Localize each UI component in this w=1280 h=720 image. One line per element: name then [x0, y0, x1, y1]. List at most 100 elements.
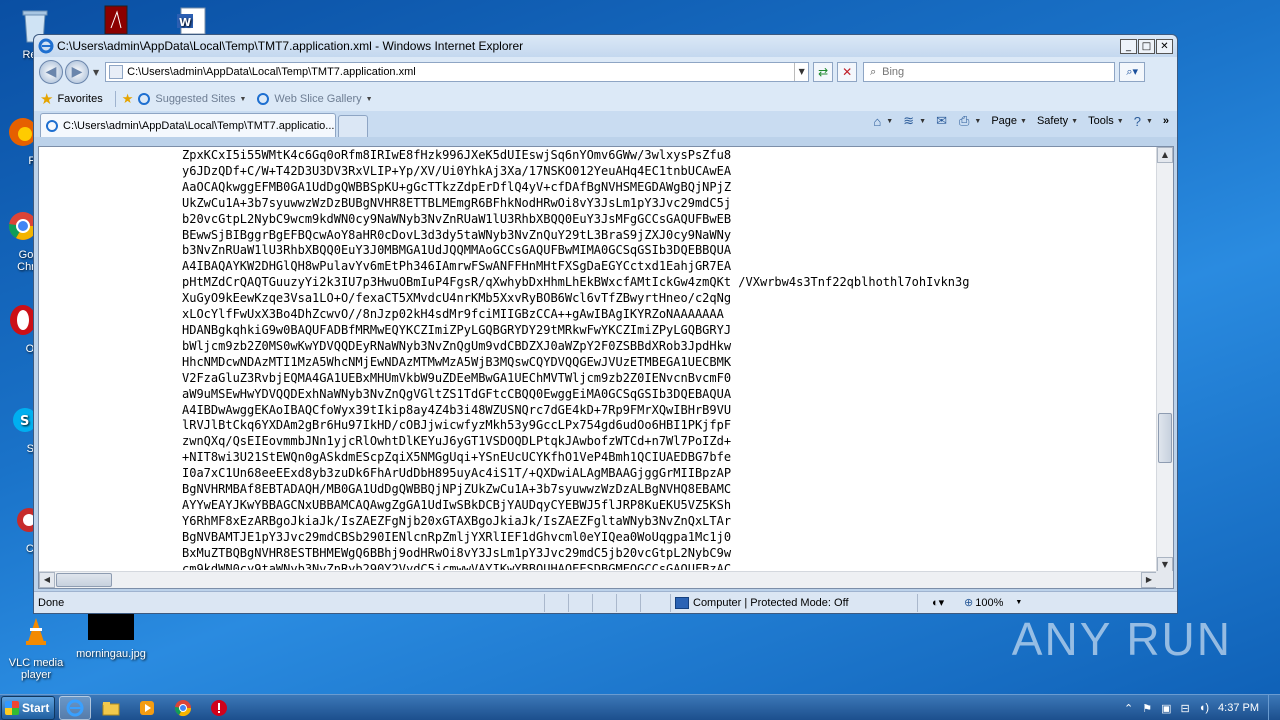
- refresh-button[interactable]: ⇄: [813, 62, 834, 82]
- document-line: HhcNMDcwNDAzMTI1MzA5WhcNMjEwNDAzMTMwMzA5…: [182, 354, 732, 369]
- windows-logo-icon: [5, 700, 19, 715]
- media-player-icon: [140, 700, 154, 715]
- feeds-button[interactable]: ≋ ▼: [903, 113, 926, 129]
- document-line: BEwwSjBIBggrBgEFBQcwAoY8aHR0cDovL3d3dy5t…: [182, 227, 732, 242]
- tab-current[interactable]: C:\Users\admin\AppData\Local\Temp\TMT7.a…: [40, 113, 336, 137]
- chrome-icon: [174, 699, 192, 716]
- stop-sign-icon: [211, 699, 227, 716]
- address-text[interactable]: C:\Users\admin\AppData\Local\Temp\TMT7.a…: [127, 66, 794, 78]
- clock[interactable]: 4:37 PM: [1218, 702, 1259, 714]
- stop-button[interactable]: ✕: [837, 62, 858, 82]
- tools-menu[interactable]: Tools ▼: [1088, 115, 1124, 127]
- taskbar: Start ⌃ ⚑ ▣ ⊟ ◖) 4:37 PM: [0, 694, 1280, 720]
- chevron-down-icon[interactable]: ▼: [1015, 599, 1022, 606]
- web-slice-gallery-link[interactable]: Web Slice Gallery: [274, 93, 361, 105]
- document-line: BgNVBAMTJE1pY3Jvc29mdCBSb290IENlcnRpZmlj…: [182, 529, 732, 544]
- document-line: b3NvZnRUaW1lU3RhbXBQQ0EuY3J0MBMGA1UdJQQM…: [182, 243, 732, 258]
- help-button[interactable]: ? ▼: [1134, 114, 1153, 129]
- read-mail-button[interactable]: ✉: [936, 113, 949, 129]
- tab-row: C:\Users\admin\AppData\Local\Temp\TMT7.a…: [34, 111, 1177, 137]
- document-line: pHtMZdCrQAQTGuuzyYi2k3IU7p3HwuOBmIuP4Fgs…: [182, 275, 970, 290]
- svg-text:S: S: [20, 414, 29, 429]
- svg-text:W: W: [179, 16, 191, 29]
- document-line: b20vcGtpL2NybC9wcm9kdWN0cy9NaWNyb3NvZnRU…: [182, 211, 732, 226]
- scroll-left-arrow-icon[interactable]: ◀: [39, 572, 55, 588]
- document-line: ZpxKCxI5i55WMtK4c6Gq0oRfm8IRIwE8fHzk996J…: [182, 148, 732, 162]
- start-label: Start: [22, 700, 50, 715]
- favorites-star-icon: ★: [40, 91, 54, 108]
- taskbar-opera-button[interactable]: [203, 696, 235, 720]
- zoom-control[interactable]: ⊕ 100% ▼: [964, 596, 1022, 610]
- scroll-up-arrow-icon[interactable]: ▲: [1157, 147, 1173, 163]
- network-icon[interactable]: ⊟: [1181, 702, 1190, 715]
- favorites-button[interactable]: Favorites: [57, 93, 102, 105]
- protected-mode-button[interactable]: ◐▾: [924, 594, 960, 612]
- document-line: cm9kdWN0cy9taWNyb3NvZnRyb290Y2VydC5jcmww…: [182, 561, 732, 570]
- rss-icon: ≋: [903, 113, 915, 128]
- watermark: ANY RUN: [1011, 613, 1232, 665]
- chevron-down-icon[interactable]: ▼: [366, 96, 373, 103]
- taskbar-chrome-button[interactable]: [167, 696, 199, 720]
- start-button[interactable]: Start: [1, 695, 55, 720]
- display-icon[interactable]: ▣: [1161, 702, 1171, 715]
- address-bar[interactable]: C:\Users\admin\AppData\Local\Temp\TMT7.a…: [105, 62, 810, 82]
- ie-window[interactable]: C:\Users\admin\AppData\Local\Temp\TMT7.a…: [33, 34, 1178, 614]
- title-bar[interactable]: C:\Users\admin\AppData\Local\Temp\TMT7.a…: [34, 35, 1177, 57]
- document-line: AaOCAQkwggEFMB0GA1UdDgQWBBSpKU+gGcTTkzZd…: [182, 179, 732, 194]
- maximize-button[interactable]: □: [1138, 38, 1155, 54]
- vertical-scrollbar[interactable]: ▲ ▼: [1156, 147, 1173, 573]
- document-line: A4IBDwAwggEKAoIBAQCfoWyx39tIkip8ay4Z4b3i…: [182, 402, 732, 417]
- forward-button[interactable]: ▶: [65, 60, 89, 84]
- minimize-button[interactable]: _: [1120, 38, 1137, 54]
- globe-icon: ◐▾: [932, 597, 945, 609]
- safety-menu[interactable]: Safety ▼: [1037, 115, 1078, 127]
- horizontal-scrollbar[interactable]: ◀ ▶: [39, 571, 1157, 588]
- taskbar-ie-button[interactable]: [59, 695, 91, 720]
- show-desktop-button[interactable]: [1268, 695, 1280, 720]
- page-menu[interactable]: Page ▼: [991, 115, 1027, 127]
- desktop-icon-label: morningau.jpg: [76, 648, 146, 660]
- taskbar-media-player-button[interactable]: [131, 696, 163, 720]
- new-tab-button[interactable]: [338, 115, 368, 137]
- desktop-icon-morningau[interactable]: morningau.jpg: [76, 614, 146, 660]
- desktop-icon-vlc[interactable]: VLC media player: [1, 614, 71, 681]
- close-button[interactable]: ✕: [1156, 38, 1173, 54]
- home-button[interactable]: ⌂ ▼: [873, 114, 893, 129]
- document-line: A4IBAQAYKW2DHGlQH8wPulavYv6mEtPh346IAmrw…: [182, 259, 732, 274]
- home-icon: ⌂: [873, 113, 882, 129]
- zone-text: Computer | Protected Mode: Off: [693, 596, 849, 609]
- history-dropdown-icon[interactable]: ▼: [93, 68, 99, 77]
- safety-menu-label: Safety: [1036, 115, 1069, 127]
- search-go-button[interactable]: ⌕▾: [1119, 62, 1146, 82]
- show-hidden-icons-icon[interactable]: ⌃: [1124, 702, 1133, 715]
- document-line: V2FzaGluZ3RvbjEQMA4GA1UEBxMHUmVkbW9uZDEe…: [182, 370, 732, 385]
- horizontal-scroll-thumb[interactable]: [56, 573, 112, 587]
- page-content[interactable]: ZpxKCxI5i55WMtK4c6Gq0oRfm8IRIwE8fHzk996J…: [38, 146, 1174, 589]
- chevron-down-icon[interactable]: ▼: [239, 96, 246, 103]
- address-dropdown-icon[interactable]: ▼: [794, 63, 808, 81]
- taskbar-explorer-button[interactable]: [95, 696, 127, 720]
- search-box[interactable]: ⌕ Bing: [863, 62, 1116, 82]
- search-icon: ⌕: [870, 65, 877, 78]
- help-icon: ?: [1133, 113, 1141, 129]
- more-commands-icon[interactable]: »: [1163, 115, 1169, 127]
- search-placeholder[interactable]: Bing: [882, 66, 904, 78]
- print-button[interactable]: ⎙ ▼: [959, 113, 981, 129]
- scroll-right-arrow-icon[interactable]: ▶: [1141, 572, 1157, 588]
- computer-zone-icon: [675, 596, 689, 609]
- suggested-sites-link[interactable]: Suggested Sites: [155, 93, 235, 105]
- add-favorite-icon[interactable]: ★: [122, 91, 134, 107]
- back-button[interactable]: ◀: [39, 60, 63, 84]
- command-bar: ⌂ ▼ ≋ ▼ ✉ ⎙ ▼ Page ▼ Safety ▼ Tools ▼ ? ▼ »: [863, 113, 1169, 129]
- tools-menu-label: Tools: [1088, 115, 1114, 127]
- action-center-flag-icon[interactable]: ⚑: [1142, 702, 1152, 715]
- scroll-thumb[interactable]: [1158, 413, 1172, 463]
- volume-icon[interactable]: ◖): [1199, 702, 1209, 714]
- document-line: AYYwEAYJKwYBBAGCNxUBBAMCAQAwgZgGA1UdIwSB…: [182, 497, 732, 512]
- document-line: BgNVHRMBAf8EBTADAQH/MB0GA1UdDgQWBBQjNPjZ…: [182, 482, 732, 497]
- skype-icon: S: [0, 400, 37, 440]
- firefox-icon: [0, 112, 37, 152]
- ie-page-icon: [45, 119, 59, 133]
- security-zone[interactable]: Computer | Protected Mode: Off: [670, 593, 918, 612]
- status-cell: [592, 593, 616, 612]
